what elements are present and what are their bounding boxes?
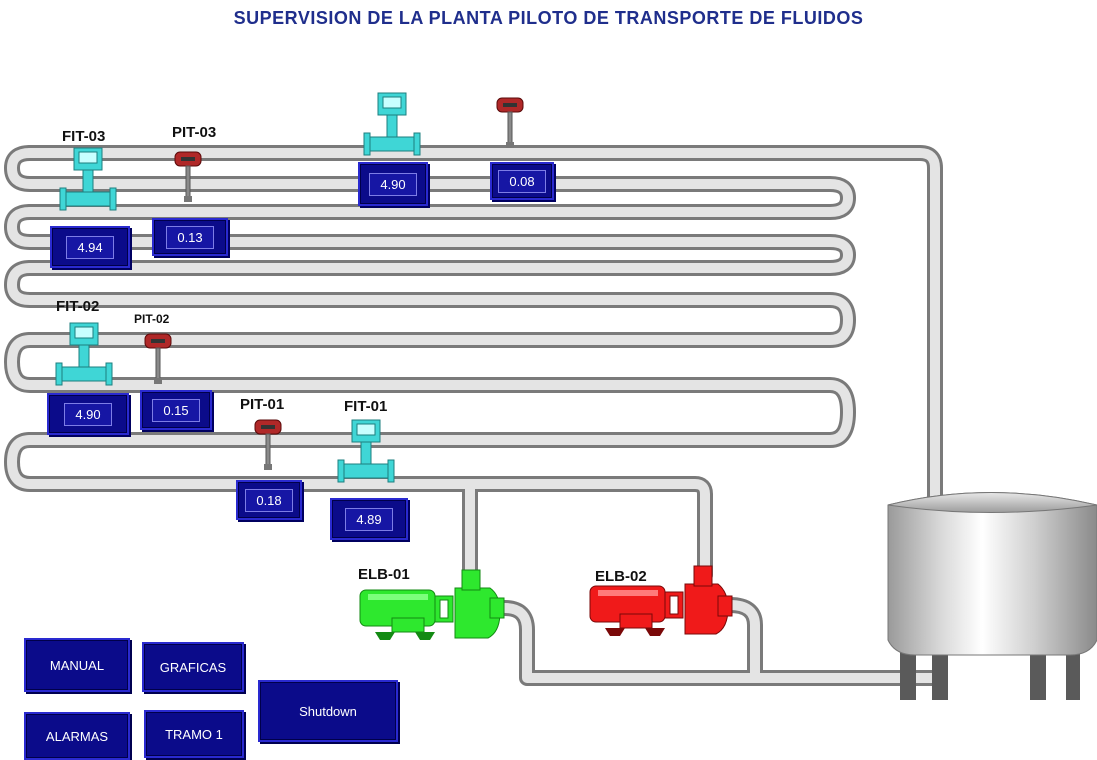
fit02-value: 4.90 (64, 402, 112, 426)
fit-top-value: 4.90 (369, 172, 417, 196)
pit03-tag: PIT-03 (172, 124, 217, 141)
alarmas-button[interactable]: ALARMAS (24, 712, 130, 760)
fit01-tag: FIT-01 (344, 398, 388, 415)
pressure-gauge-icon (144, 333, 172, 384)
pit01-tag: PIT-01 (240, 396, 285, 413)
pit02-value: 0.15 (152, 398, 200, 422)
flowmeter-icon (337, 419, 395, 483)
fit02-tag: FIT-02 (56, 298, 100, 315)
storage-tank (887, 492, 1097, 700)
fit01-value: 4.89 (345, 507, 393, 531)
elb01-tag: ELB-01 (358, 566, 410, 583)
pit-top-value: 0.08 (498, 169, 546, 193)
pit03-value-display: 0.13 (152, 218, 228, 256)
fit03-value-display: 4.94 (50, 226, 130, 268)
pressure-gauge-icon (496, 97, 524, 148)
fit02-value-display: 4.90 (47, 393, 129, 435)
pit01-value-display: 0.18 (236, 480, 302, 520)
fit03-value: 4.94 (66, 235, 114, 259)
flowmeter-icon (363, 92, 421, 156)
elb02-tag: ELB-02 (595, 568, 647, 585)
tramo1-button[interactable]: TRAMO 1 (144, 710, 244, 758)
pit02-tag: PIT-02 (134, 312, 170, 326)
pit-top-value-display: 0.08 (490, 162, 554, 200)
graficas-button[interactable]: GRAFICAS (142, 642, 244, 692)
fit-top-value-display: 4.90 (358, 162, 428, 206)
manual-button[interactable]: MANUAL (24, 638, 130, 692)
shutdown-button[interactable]: Shutdown (258, 680, 398, 742)
fit01-value-display: 4.89 (330, 498, 408, 540)
pit03-value: 0.13 (166, 225, 214, 249)
fit03-tag: FIT-03 (62, 128, 106, 145)
pit01-value: 0.18 (245, 488, 293, 512)
pit02-value-display: 0.15 (140, 390, 212, 430)
